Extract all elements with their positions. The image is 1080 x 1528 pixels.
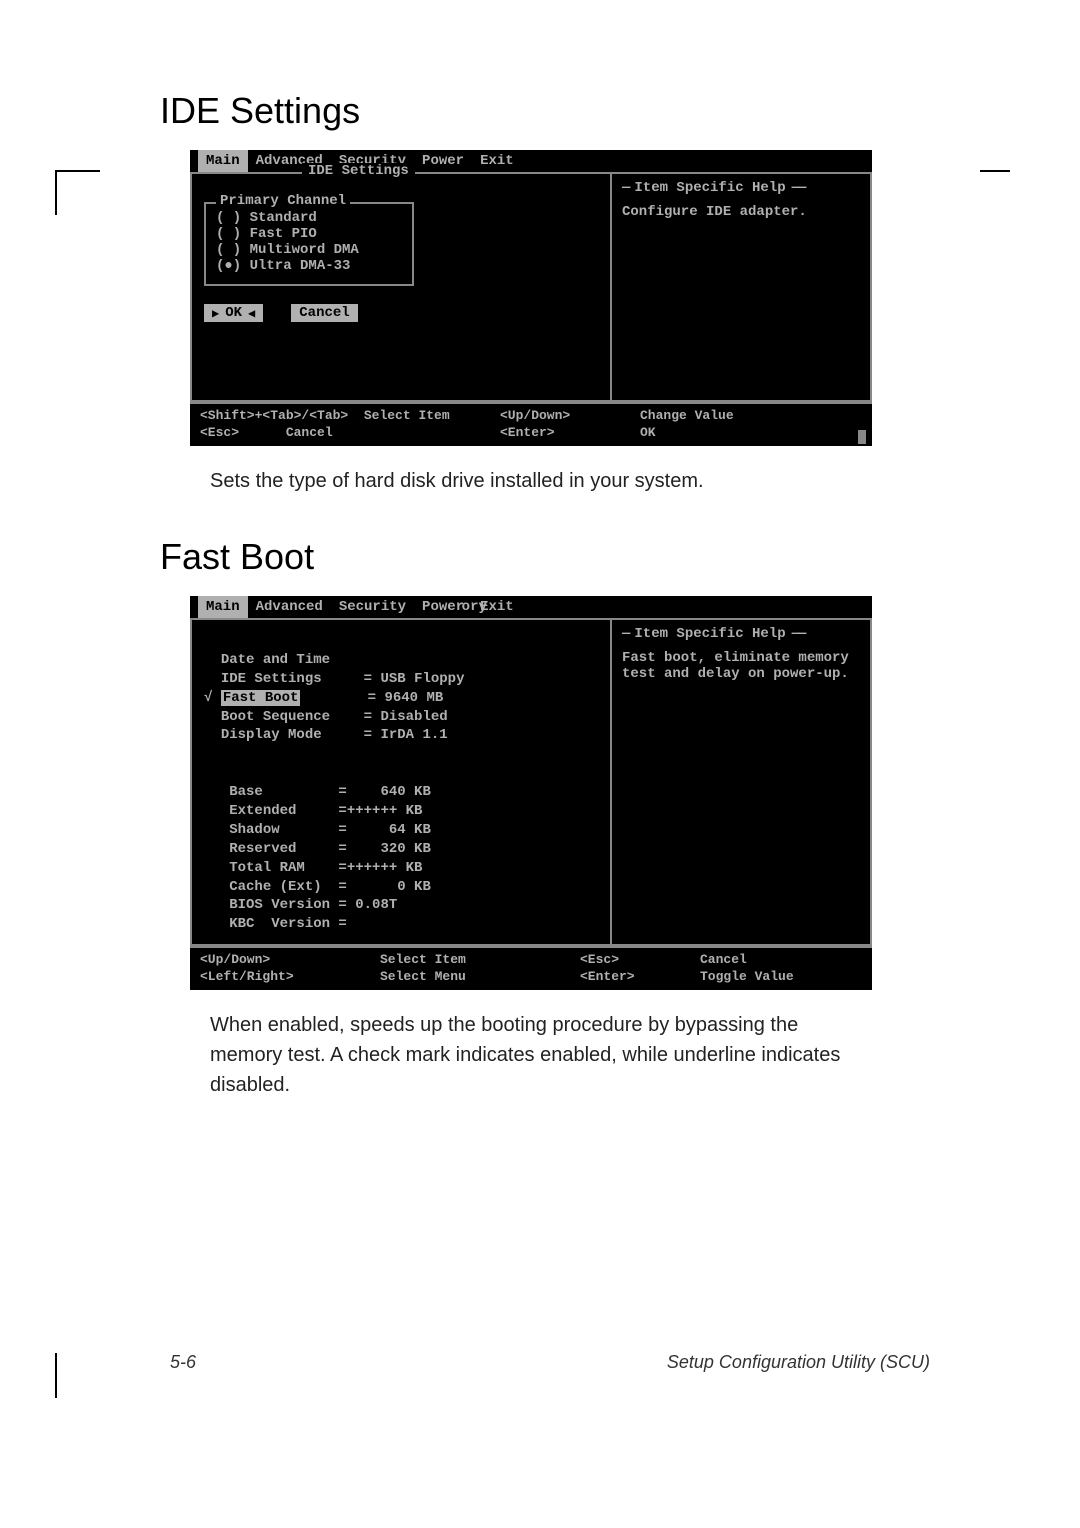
bios-help-panel: — Item Specific Help —— Fast boot, elimi… [612,618,872,946]
crop-mark-tl [55,170,100,215]
bios-menu-bar: Main Advanced Security Power Exit [190,150,872,172]
help-title: Item Specific Help [634,180,785,196]
main-menu-list: Date and Time IDE Settings = USB Floppy … [204,632,598,934]
ok-button[interactable]: ▶ OK ◀ [204,304,263,322]
option-standard[interactable]: ( ) Standard [216,210,402,226]
cancel-button-label: Cancel [299,305,349,321]
hint-key-3: <Esc> Cancel [200,425,500,440]
menu-advanced[interactable]: Advanced [248,596,331,618]
bios-left-panel: IDE Settings Primary Channel ( ) Standar… [190,172,612,402]
mem-cache: Cache (Ext) = 0 KB [204,879,431,895]
item-display-mode[interactable]: Display Mode = IrDA 1.1 [204,727,448,743]
item-boot-sequence[interactable]: Boot Sequence = Disabled [204,709,448,725]
bios-footer: <Up/Down> Select Item <Esc> Cancel <Left… [190,946,872,990]
dash-icon: —— [792,626,805,642]
bios-left-panel: Date and Time IDE Settings = USB Floppy … [190,618,612,946]
hint-val-3: Select Menu [380,969,580,984]
dash-icon: — [622,626,628,642]
bios-version: BIOS Version = 0.08T [204,897,397,913]
bios-menu-bar: Main Advanced Security Power Exit ory [190,596,872,618]
triangle-left-icon: ◀ [248,306,255,321]
primary-channel-label: Primary Channel [216,193,350,209]
shade-icon [858,430,866,444]
menu-power[interactable]: Power [414,150,472,172]
mem-shadow: Shadow = 64 KB [204,822,431,838]
kbc-version: KBC Version = [204,916,347,932]
hint-key-4: <Enter> [500,425,640,440]
menu-main[interactable]: Main [198,596,248,618]
doc-title: Setup Configuration Utility (SCU) [667,1352,930,1373]
hint-key-1: <Shift>+<Tab>/<Tab> Select Item [200,408,500,423]
dialog-title: IDE Settings [302,163,415,179]
menu-exit[interactable]: Exit [472,150,522,172]
hint-val-2: Cancel [700,952,880,967]
ok-button-label: OK [225,305,242,321]
crop-mark-tr [980,170,1010,200]
mem-extended: Extended =++++++ KB [204,803,422,819]
primary-channel-box: Primary Channel ( ) Standard ( ) Fast PI… [204,202,414,286]
menu-main[interactable]: Main [198,150,248,172]
hint-key-3: <Left/Right> [200,969,380,984]
item-date-time[interactable]: Date and Time [204,652,330,668]
page-content: IDE Settings Main Advanced Security Powe… [0,0,1080,1180]
cancel-button[interactable]: Cancel [291,304,357,322]
option-ultra-dma33[interactable]: (●) Ultra DMA-33 [216,258,402,274]
hint-val-2: Change Value [640,408,820,423]
hint-val-4: OK [640,425,820,440]
hint-val-4: Toggle Value [700,969,880,984]
help-title: Item Specific Help [634,626,785,642]
page-number: 5-6 [170,1352,196,1373]
option-fast-pio[interactable]: ( ) Fast PIO [216,226,402,242]
hint-key-2: <Up/Down> [500,408,640,423]
heading-fastboot: Fast Boot [160,536,990,578]
dash-icon: — [622,180,628,196]
help-text: Configure IDE adapter. [622,204,860,220]
fastboot-caption: When enabled, speeds up the booting proc… [210,1010,850,1100]
hint-key-2: <Esc> [580,952,700,967]
ide-caption: Sets the type of hard disk drive install… [210,466,850,496]
page-footer: 5-6 Setup Configuration Utility (SCU) [170,1352,930,1373]
bios-footer: <Shift>+<Tab>/<Tab> Select Item <Up/Down… [190,402,872,446]
option-multiword-dma[interactable]: ( ) Multiword DMA [216,242,402,258]
bios-help-panel: — Item Specific Help —— Configure IDE ad… [612,172,872,402]
item-ide-settings[interactable]: IDE Settings = USB Floppy [204,671,464,687]
item-fast-boot[interactable]: √ Fast Boot = 9640 MB [204,690,443,706]
mem-total: Total RAM =++++++ KB [204,860,422,876]
subtitle-ory: ory [462,599,487,615]
mem-base: Base = 640 KB [204,784,431,800]
hint-key-4: <Enter> [580,969,700,984]
heading-ide: IDE Settings [160,90,990,132]
triangle-right-icon: ▶ [212,306,219,321]
hint-val-1: Select Item [380,952,580,967]
dash-icon: —— [792,180,805,196]
hint-key-1: <Up/Down> [200,952,380,967]
bios-screenshot-fastboot: Main Advanced Security Power Exit ory Da… [190,596,872,990]
help-text: Fast boot, eliminate memory test and del… [622,650,860,682]
menu-security[interactable]: Security [331,596,414,618]
bios-screenshot-ide: Main Advanced Security Power Exit IDE Se… [190,150,872,446]
crop-mark-bl [55,1353,85,1398]
mem-reserved: Reserved = 320 KB [204,841,431,857]
